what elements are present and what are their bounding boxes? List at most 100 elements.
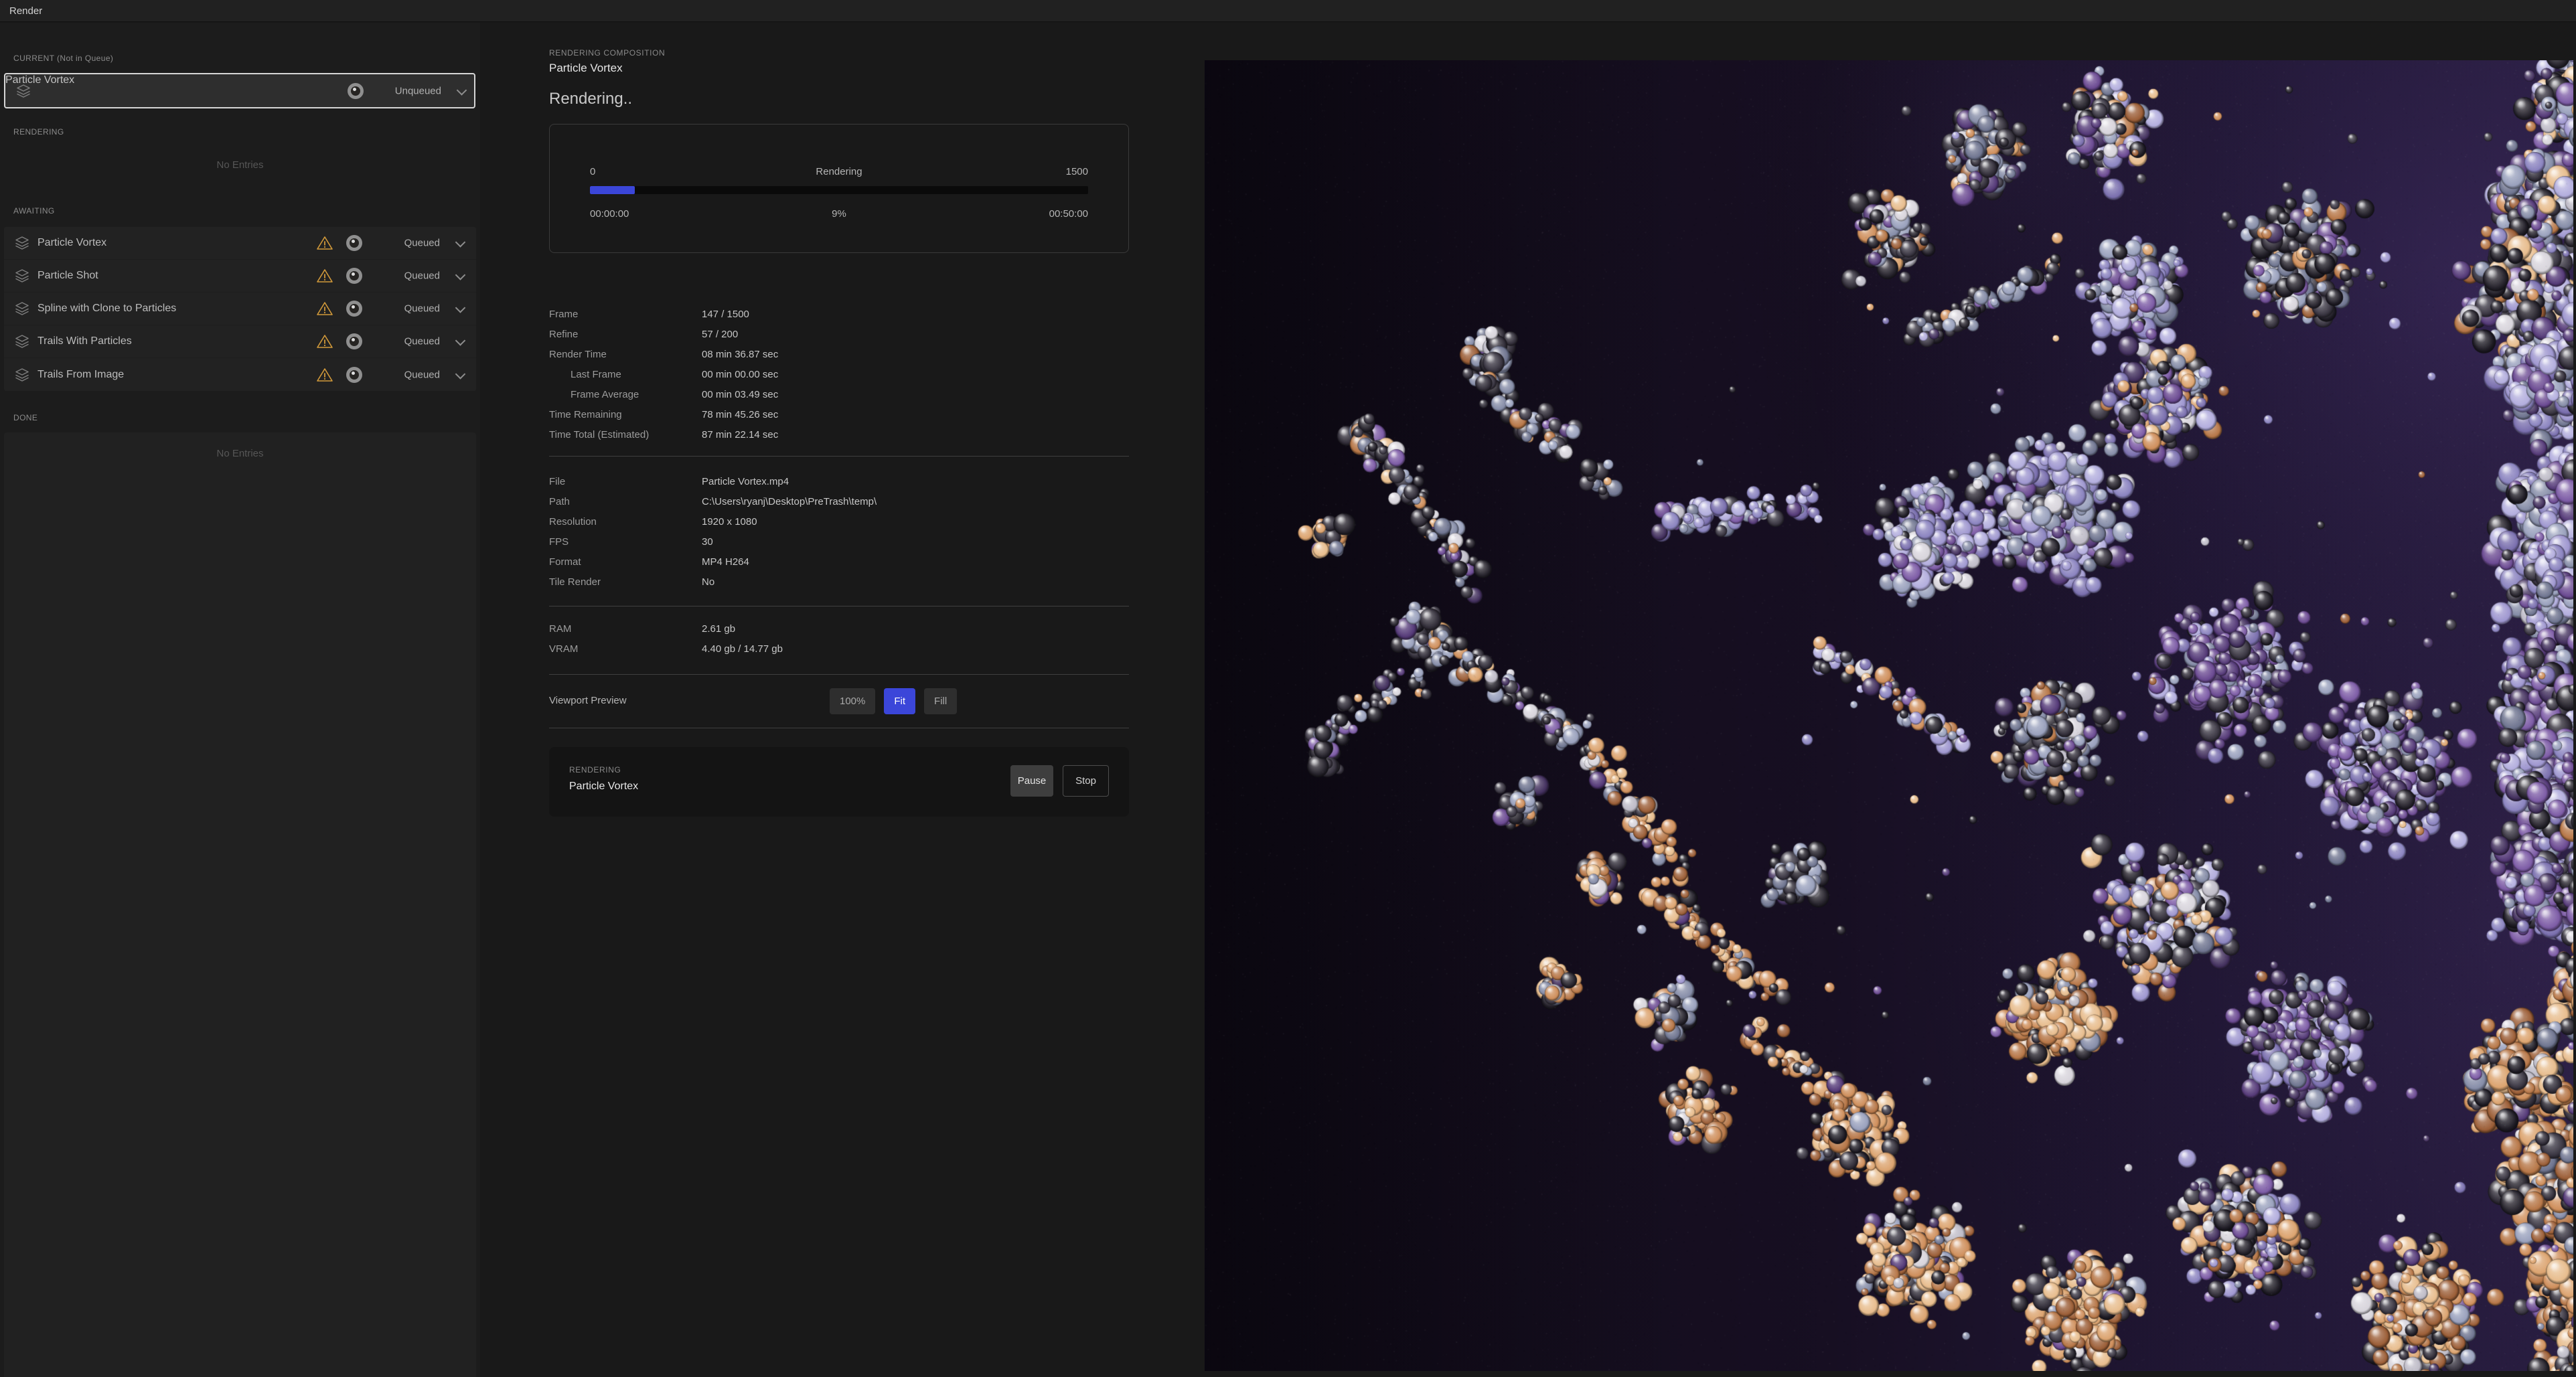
queue-row[interactable]: Spline with Clone to ParticlesQueued [4,293,476,325]
section-label-done: DONE [13,413,37,422]
warning-icon [316,301,333,317]
chevron-down-icon [455,237,466,248]
queue-status-dropdown[interactable]: Queued [360,238,440,249]
warning-icon [316,367,333,383]
file-info-row: Resolution1920 x 1080 [549,511,1129,532]
warning-icon [316,268,333,284]
render-preview-image [1205,60,2573,1371]
stat-label: Time Total (Estimated) [549,429,702,440]
layers-icon [14,268,30,284]
viewport-scale-button-fill[interactable]: Fill [924,688,957,714]
queue-status-dropdown[interactable]: Queued [360,336,440,347]
stat-label: Path [549,496,702,507]
memory-usage-table: RAM2.61 gbVRAM4.40 gb / 14.77 gb [549,619,1129,659]
render-status-panel: RENDERING COMPOSITION Particle Vortex Re… [480,22,1205,1377]
pause-button[interactable]: Pause [1010,765,1053,797]
stat-value: MP4 H264 [702,556,749,568]
stat-value: 08 min 36.87 sec [702,349,778,360]
stat-label: RAM [549,623,702,635]
queue-row[interactable]: Particle Shot Queued [4,260,476,293]
stat-label: Frame [549,309,702,320]
stat-label: Refine [549,329,702,340]
viewport-scale-button-100pct[interactable]: 100% [830,688,875,714]
stat-label: Time Remaining [549,409,702,420]
queue-row[interactable]: Particle Vortex Queued [4,227,476,260]
stat-row: Time Total (Estimated)87 min 22.14 sec [549,424,1129,444]
chevron-down-icon [457,85,467,96]
stat-label: Format [549,556,702,568]
awaiting-queue-list: Particle Vortex Queued Particle Shot Queued… [4,227,476,391]
divider [549,456,1129,457]
stat-value: No [702,576,714,588]
memory-row: RAM2.61 gb [549,619,1129,639]
stat-label: Render Time [549,349,702,360]
composition-title: Particle Vortex [549,62,623,75]
stat-row: Render Time08 min 36.87 sec [549,344,1129,364]
done-drop-zone: No Entries [4,432,476,1377]
rendering-empty-note: No Entries [0,159,480,171]
viewport-preview-button-group: 100% Fit Fill [830,688,957,714]
stat-value: 1920 x 1080 [702,516,757,528]
progress-bar-track [590,186,1088,194]
file-info-row: FileParticle Vortex.mp4 [549,471,1129,491]
progress-state-label: Rendering [590,166,1088,177]
section-label-rendering: RENDERING [13,127,64,137]
divider [549,674,1129,675]
queue-row[interactable]: Trails With Particles Queued [4,325,476,358]
queue-item-name: Particle Shot [37,270,98,282]
stat-value: 147 / 1500 [702,309,749,320]
stat-value: 78 min 45.26 sec [702,409,778,420]
stat-label: Resolution [549,516,702,528]
stat-value: Particle Vortex.mp4 [702,476,789,487]
stat-label: Frame Average [549,389,702,400]
stat-label: Tile Render [549,576,702,588]
stat-value: 87 min 22.14 sec [702,429,778,440]
render-stats-table: Frame147 / 1500Refine57 / 200Render Time… [549,304,1129,444]
render-viewport [1205,22,2576,1377]
stat-label: Last Frame [549,369,702,380]
stop-button[interactable]: Stop [1063,765,1109,797]
queue-item-name: Particle Vortex [37,237,106,249]
rendering-heading: Rendering.. [549,90,632,108]
file-info-row: PathC:\Users\ryanj\Desktop\PreTrash\temp… [549,491,1129,511]
file-info-row: FormatMP4 H264 [549,552,1129,572]
stat-value: 00 min 03.49 sec [702,389,778,400]
done-empty-note: No Entries [4,448,476,459]
warning-icon [316,235,333,251]
layers-icon [14,333,30,349]
stat-label: File [549,476,702,487]
layers-icon [14,235,30,251]
queue-status-dropdown[interactable]: Queued [360,369,440,380]
stat-row: Time Remaining78 min 45.26 sec [549,404,1129,424]
progress-time-labels: 00:00:00 9% 00:50:00 [590,208,1088,220]
layers-icon [15,83,31,99]
layers-icon [14,367,30,383]
queue-status-dropdown[interactable]: Unqueued [361,85,441,96]
file-info-row: FPS30 [549,532,1129,552]
progress-percent: 9% [590,208,1088,220]
viewport-scale-button-fit[interactable]: Fit [884,688,915,714]
stat-row: Frame Average00 min 03.49 sec [549,384,1129,404]
window-title: Render [9,5,42,17]
stat-row: Refine57 / 200 [549,324,1129,344]
queue-row[interactable]: Trails From ImageQueued [4,358,476,391]
stat-value: 57 / 200 [702,329,738,340]
active-render-name: Particle Vortex [569,781,638,793]
chevron-down-icon [455,303,466,313]
section-label-awaiting: AWAITING [13,206,55,216]
rendering-composition-kicker: RENDERING COMPOSITION [549,48,665,58]
file-info-row: Tile RenderNo [549,572,1129,592]
stat-value: C:\Users\ryanj\Desktop\PreTrash\temp\ [702,496,877,507]
render-queue-sidebar: CURRENT (Not in Queue) Particle VortexUn… [0,23,480,1377]
queue-status-dropdown[interactable]: Queued [360,270,440,282]
queue-status-dropdown[interactable]: Queued [360,303,440,315]
layers-icon [14,301,30,317]
stat-label: VRAM [549,643,702,655]
queue-item-name: Trails With Particles [37,335,132,347]
current-item-row[interactable]: Particle VortexUnqueued [4,73,475,108]
section-label-current: CURRENT (Not in Queue) [13,54,113,63]
stat-value: 30 [702,536,713,548]
window-titlebar: Render [0,0,2576,22]
progress-bar-fill [590,186,635,194]
viewport-preview-label: Viewport Preview [549,695,627,706]
